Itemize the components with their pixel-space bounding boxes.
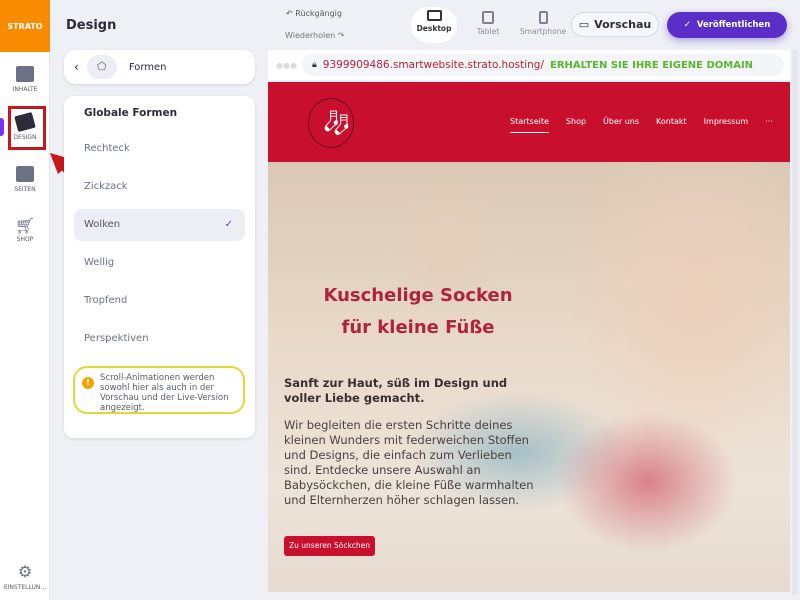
sock-icon: 🧦︎ [321, 109, 352, 137]
devices-icon: ▭ [578, 18, 590, 31]
note-text: Scroll-Animationen werden sowohl hier al… [100, 373, 229, 413]
warning-icon: ! [82, 377, 94, 389]
device-desktop[interactable]: Desktop [411, 7, 457, 43]
address-bar: ●●● 🔒︎ 9399909486.smartwebsite.strato.ho… [268, 50, 790, 80]
option-wolken[interactable]: Wolken ✓ [74, 209, 245, 241]
strato-logo[interactable]: STRATO [0, 0, 50, 52]
undo-icon: ↶ [286, 9, 296, 18]
rail-label: SHOP [16, 236, 34, 243]
logo-text: STRATO [7, 21, 43, 31]
rail-label: EINSTELLUN... [3, 584, 47, 591]
hero-lead: Sanft zur Haut, süß im Design und voller… [284, 376, 508, 405]
pages-icon [16, 166, 34, 182]
panel-title: Design [66, 18, 117, 33]
publish-button[interactable]: ✓ Veröffentlichen [667, 12, 787, 38]
site-url: 9399909486.smartwebsite.strato.hosting/ [322, 59, 544, 71]
option-perspektiven[interactable]: Perspektiven [74, 323, 245, 355]
undo-button[interactable]: ↶ Rückgängig [286, 9, 342, 18]
info-note: ! Scroll-Animationen werden sowohl hier a… [73, 366, 245, 414]
headline-line-2: für kleine Füße [341, 317, 495, 338]
nav-ueber-uns[interactable]: Über uns [603, 117, 639, 133]
check-icon: ✓ [683, 20, 691, 30]
preview-button[interactable]: ▭ Vorschau [571, 12, 659, 37]
redo-label: Wiederholen [285, 31, 336, 40]
check-icon: ✓ [224, 219, 233, 230]
site-nav: Startseite Shop Über uns Kontakt Impress… [510, 117, 773, 133]
content-icon [16, 66, 34, 82]
redo-button[interactable]: Wiederholen ↷ [285, 31, 344, 40]
headline-line-1: Kuschelige Socken [323, 285, 513, 306]
option-wellig[interactable]: Wellig [74, 247, 245, 279]
rail-item-inhalte[interactable]: INHALTE [0, 66, 50, 93]
device-tablet[interactable]: Tablet [463, 8, 513, 42]
back-chevron-icon[interactable]: ‹ [74, 60, 79, 74]
device-label: Tablet [476, 27, 500, 36]
rail-label: INHALTE [12, 86, 38, 93]
nav-startseite[interactable]: Startseite [510, 117, 549, 133]
rail-item-settings[interactable]: ⚙ EINSTELLUN... [0, 562, 50, 591]
option-label: Wellig [84, 257, 115, 268]
nav-more[interactable]: ··· [765, 117, 773, 133]
desktop-icon [426, 10, 442, 21]
device-label: Smartphone [519, 27, 567, 36]
rail-label: SEITEN [14, 186, 36, 193]
device-smartphone[interactable]: Smartphone [518, 8, 568, 42]
left-rail: STRATO INHALTE DESIGN SEITEN 🛒︎ SHOP ⚙ EIN… [0, 0, 50, 600]
nav-impressum[interactable]: Impressum [704, 117, 748, 133]
preview-label: Vorschau [594, 18, 652, 31]
list-title: Globale Formen [84, 107, 178, 119]
section-title: Formen [128, 61, 167, 73]
tablet-icon [482, 11, 494, 24]
active-indicator [0, 118, 4, 136]
option-label: Zickzack [84, 181, 128, 192]
device-label: Desktop [416, 24, 452, 33]
option-zickzack[interactable]: Zickzack [74, 171, 245, 203]
option-label: Tropfend [84, 295, 128, 306]
hero-body: Wir begleiten die ersten Schritte deines… [284, 418, 534, 507]
site-header: 🧦︎ Startseite Shop Über uns Kontakt Impr… [268, 82, 790, 162]
lock-icon: 🔒︎ [312, 60, 317, 70]
option-label: Rechteck [84, 143, 130, 154]
hero-section: Kuschelige Socken für kleine Füße Sanft z… [268, 162, 790, 592]
option-label: Wolken [84, 219, 121, 230]
smartphone-icon [538, 11, 548, 24]
formen-header: ‹ ⬠ Formen [64, 50, 255, 84]
rail-item-shop[interactable]: 🛒︎ SHOP [0, 216, 50, 243]
nav-kontakt[interactable]: Kontakt [656, 117, 687, 133]
hero-headline: Kuschelige Socken für kleine Füße [268, 280, 568, 344]
shapes-icon: ⬠ [86, 55, 117, 79]
publish-label: Veröffentlichen [696, 20, 771, 30]
sock-logo[interactable]: 🧦︎ [308, 98, 354, 148]
redo-icon: ↷ [335, 31, 345, 40]
option-tropfend[interactable]: Tropfend [74, 285, 245, 317]
nav-shop[interactable]: Shop [566, 117, 586, 133]
undo-label: Rückgängig [295, 9, 342, 18]
preview-scrollbar[interactable] [792, 50, 798, 595]
get-domain-link[interactable]: ERHALTEN SIE IHRE EIGENE DOMAIN [550, 60, 753, 71]
option-label: Perspektiven [84, 333, 149, 344]
window-dots-icon: ●●● [276, 61, 297, 70]
shapes-list: Globale Formen Rechteck Zickzack Wolken ✓… [64, 96, 255, 438]
option-rechteck[interactable]: Rechteck [74, 133, 245, 165]
gear-icon: ⚙ [17, 562, 33, 581]
cta-button[interactable]: Zu unseren Söckchen [284, 536, 376, 556]
